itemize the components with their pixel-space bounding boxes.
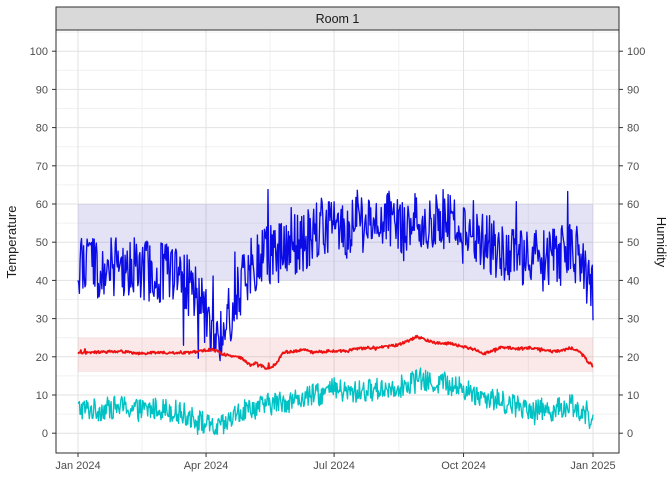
facet-plot-figure: Room 1 0 0 10 10 20 20 30 30 40 40 50 50 60 60 70 70 80 8…: [0, 0, 672, 480]
chart-svg: Room 1 0 0 10 10 20 20 30 30 40 40 50 50 60 60 70 70 80 8…: [0, 0, 672, 480]
date-tick-label: Apr 2024: [184, 460, 229, 472]
humidity-tick-label: 60: [627, 199, 639, 211]
facet-strip-title: Room 1: [316, 12, 360, 26]
humidity-tick-label: 70: [627, 161, 639, 173]
date-tick-label: Jan 2025: [570, 460, 615, 472]
humidity-tick-label: 90: [627, 84, 639, 96]
temperature-tick-label: 20: [36, 352, 48, 364]
temperature-tick-label: 0: [42, 428, 48, 440]
humidity-tick-label: 50: [627, 237, 639, 249]
temperature-tick-label: 100: [30, 46, 48, 58]
temperature-tick-label: 60: [36, 199, 48, 211]
temperature-target-band: [78, 338, 593, 372]
humidity-tick-label: 80: [627, 123, 639, 135]
humidity-tick-label: 40: [627, 275, 639, 287]
humidity-tick-label: 20: [627, 352, 639, 364]
temperature-tick-label: 50: [36, 237, 48, 249]
humidity-axis-title: Humidity: [654, 217, 669, 268]
temperature-tick-label: 80: [36, 123, 48, 135]
temperature-axis-title: Temperature: [4, 206, 19, 279]
temperature-tick-label: 40: [36, 275, 48, 287]
humidity-tick-label: 30: [627, 314, 639, 326]
humidity-tick-label: 0: [627, 428, 633, 440]
temperature-tick-label: 10: [36, 390, 48, 402]
date-tick-label: Jan 2024: [55, 460, 100, 472]
date-tick-label: Oct 2024: [441, 460, 486, 472]
humidity-tick-label: 10: [627, 390, 639, 402]
temperature-tick-label: 30: [36, 314, 48, 326]
temperature-tick-label: 90: [36, 84, 48, 96]
date-tick-label: Jul 2024: [313, 460, 355, 472]
humidity-tick-label: 100: [627, 46, 645, 58]
temperature-tick-label: 70: [36, 161, 48, 173]
